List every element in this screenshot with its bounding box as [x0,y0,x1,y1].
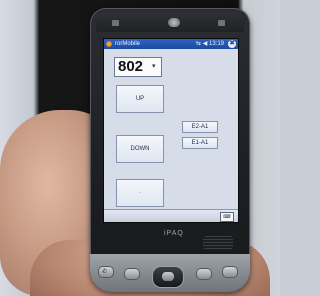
device-brand: iPAQ [164,230,184,237]
address-dropdown[interactable]: 802 ▾ [114,57,162,77]
status-indicators: ⇆ ◀ 13:19 [196,41,224,47]
stop-button-label: · [139,190,141,196]
action-button[interactable] [162,272,174,281]
close-button[interactable]: ✖ [228,40,236,48]
phone-icon: ✆ [102,269,108,275]
up-button-label: UP [135,96,145,102]
app-title: rorMobile [115,41,141,47]
hardware-button-panel: ✆ [90,254,250,292]
title-bar: rorMobile ⇆ ◀ 13:19 ✖ [104,39,238,49]
messaging-hardware-button[interactable] [196,268,212,280]
e1-a1-button[interactable]: E1-A1 [182,137,218,149]
hp-logo-icon [168,18,180,27]
speaker-grille [203,236,233,250]
wireless-led-icon [218,20,225,26]
windows-start-icon[interactable] [106,41,112,47]
phone-hardware-button[interactable]: ✆ [98,266,114,278]
pda-device: rorMobile ⇆ ◀ 13:19 ✖ 802 ▾ UP DOWN · E2… [90,8,250,292]
e1-a1-label: E1-A1 [191,140,209,146]
e2-a1-button[interactable]: E2-A1 [182,121,218,133]
stop-button[interactable]: · [116,179,164,207]
main-content: 802 ▾ UP DOWN · E2-A1 E1-A1 [104,49,238,209]
calendar-hardware-button[interactable] [124,268,140,280]
photo-scene: rorMobile ⇆ ◀ 13:19 ✖ 802 ▾ UP DOWN · E2… [0,0,280,296]
navigation-pad[interactable] [152,266,184,288]
menu-bar: ⌨ [104,209,238,222]
device-screen: rorMobile ⇆ ◀ 13:19 ✖ 802 ▾ UP DOWN · E2… [103,38,239,223]
dropdown-value: 802 [118,58,144,75]
keyboard-icon[interactable]: ⌨ [220,212,234,222]
down-button-label: DOWN [130,146,150,152]
chevron-down-icon[interactable]: ▾ [152,63,159,70]
notification-led-icon [112,20,119,26]
start-hardware-button[interactable] [222,266,238,278]
down-button[interactable]: DOWN [116,135,164,163]
e2-a1-label: E2-A1 [191,124,209,130]
up-button[interactable]: UP [116,85,164,113]
device-top-bezel [96,12,244,32]
